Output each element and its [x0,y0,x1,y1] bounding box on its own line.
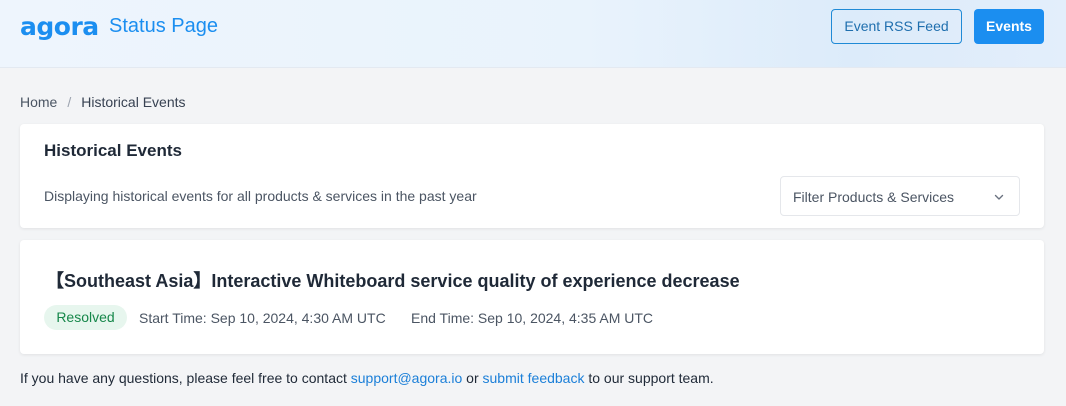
footer-text-after: to our support team. [584,370,714,386]
chevron-down-icon [994,194,1004,200]
footer-text-before: If you have any questions, please feel f… [20,370,351,386]
agora-logo[interactable]: agora [20,12,99,41]
event-start-time: Start Time: Sep 10, 2024, 4:30 AM UTC [139,310,386,326]
event-title[interactable]: 【Southeast Asia】Interactive Whiteboard s… [46,267,740,293]
breadcrumb-current: Historical Events [81,94,186,110]
event-end-time: End Time: Sep 10, 2024, 4:35 AM UTC [411,310,654,326]
submit-feedback-link[interactable]: submit feedback [483,370,585,386]
support-footer: If you have any questions, please feel f… [20,370,714,386]
event-rss-feed-button[interactable]: Event RSS Feed [831,9,962,44]
event-card[interactable]: 【Southeast Asia】Interactive Whiteboard s… [20,240,1044,354]
footer-text-middle: or [462,370,483,386]
section-description: Displaying historical events for all pro… [44,188,477,204]
page-header: agora Status Page Event RSS Feed Events [0,0,1066,68]
filter-label: Filter Products & Services [793,189,955,205]
breadcrumb: Home / Historical Events [20,94,186,110]
breadcrumb-separator: / [67,94,72,110]
status-badge: Resolved [44,305,127,330]
section-title: Historical Events [44,141,182,160]
support-email-link[interactable]: support@agora.io [351,370,463,386]
page-title: Status Page [109,15,218,37]
breadcrumb-home-link[interactable]: Home [20,94,57,110]
historical-events-summary-card: Historical Events Displaying historical … [20,124,1044,228]
filter-products-select[interactable]: Filter Products & Services [780,176,1020,216]
events-button[interactable]: Events [974,9,1044,44]
